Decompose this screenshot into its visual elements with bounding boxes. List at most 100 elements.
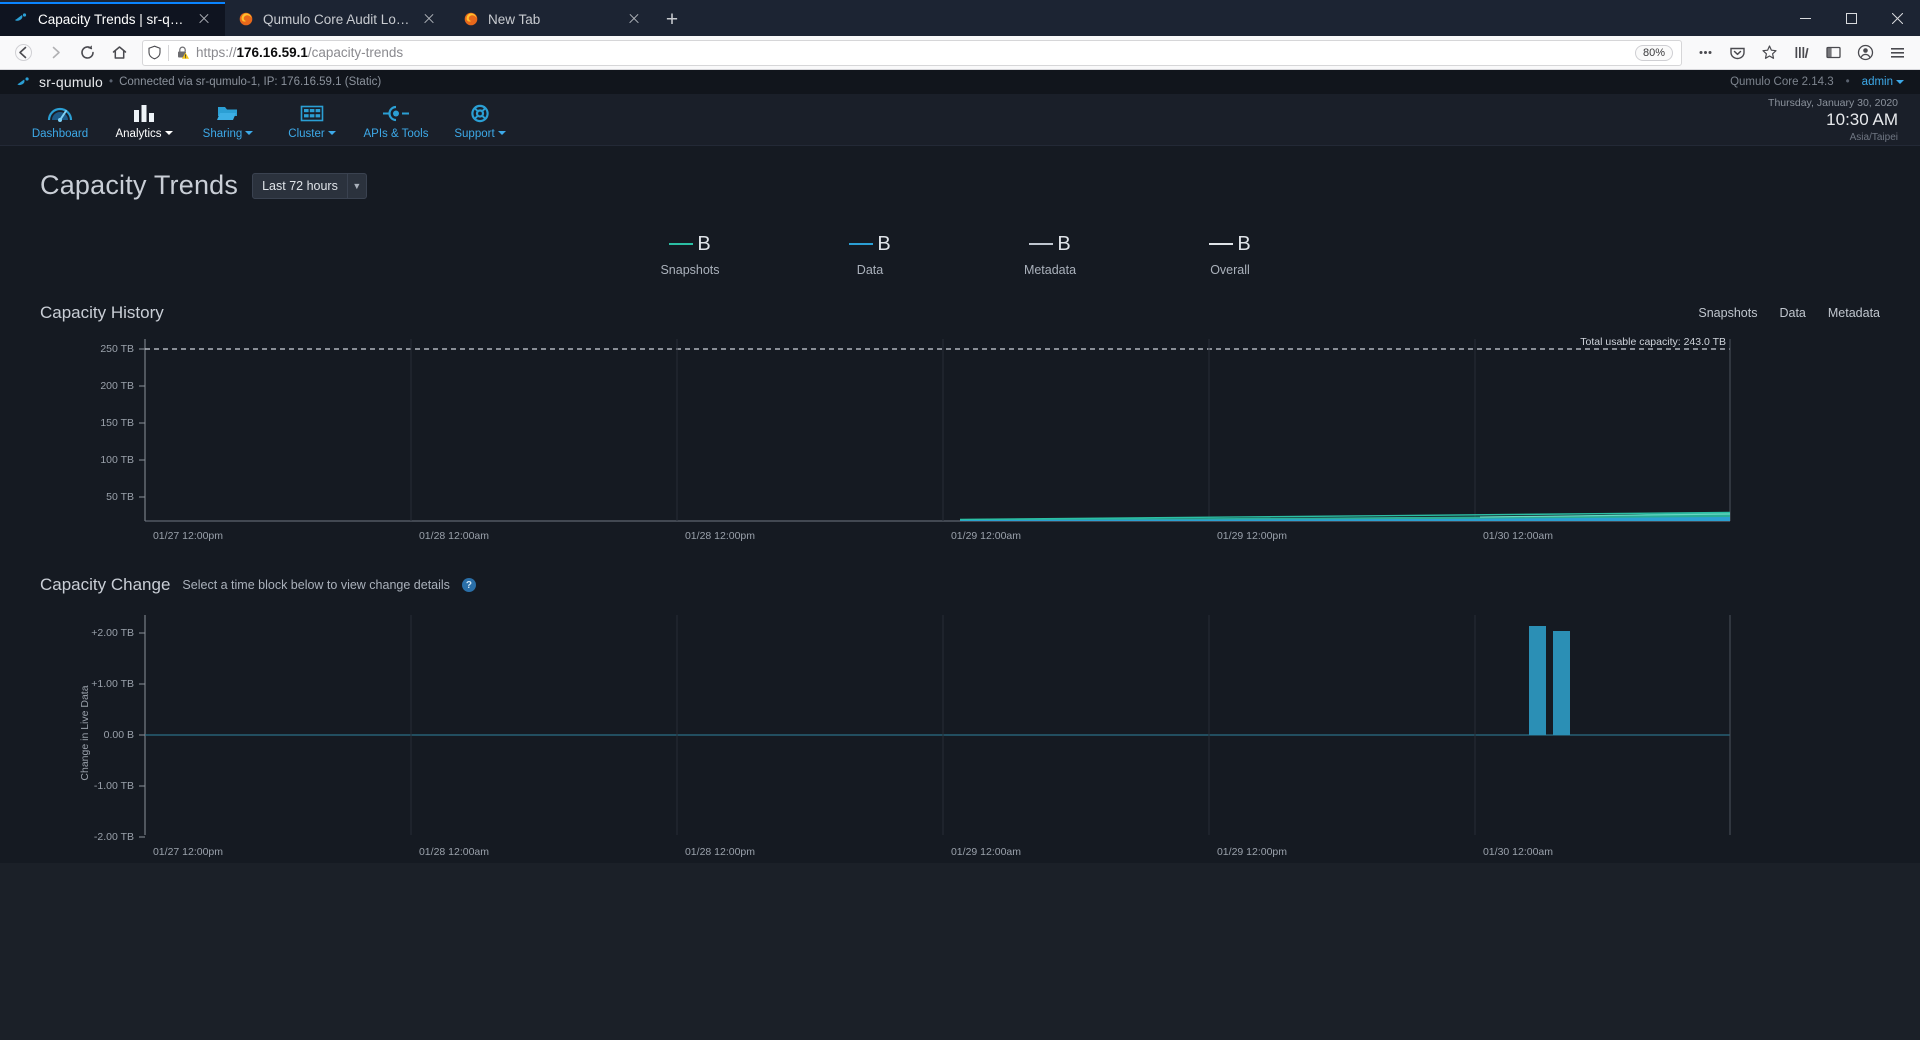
capacity-change-svg: +2.00 TB +1.00 TB 0.00 B -1.00 TB -2.00 … [79,615,1731,858]
nav-label: Cluster [288,128,336,140]
summary-value: B [600,231,780,257]
library-icon[interactable] [1786,39,1816,67]
nav-label: APIs & Tools [363,127,429,140]
capacity-summary: B Snapshots B Data B Metadata B Overall [40,231,1880,278]
nav-item-cluster[interactable]: Cluster [270,94,354,146]
back-button[interactable] [8,39,38,67]
folder-share-icon [217,106,237,120]
clock-timezone: Asia/Taipei [1849,131,1898,143]
capacity-history-header: Capacity History Snapshots Data Metadata [40,303,1880,323]
home-button[interactable] [104,39,134,67]
cluster-name: sr-qumulo [39,74,104,90]
separator: • [1845,76,1850,88]
close-icon[interactable] [195,10,213,28]
summary-cell-snapshots: B Snapshots [600,231,780,278]
hamburger-menu-icon[interactable] [1882,39,1912,67]
browser-tab-1[interactable]: Qumulo Core Audit Logging – [225,2,450,36]
cluster-brand[interactable]: sr-qumulo [16,74,103,90]
help-icon[interactable]: ? [461,578,476,592]
qumulo-logo-icon [17,76,29,85]
ytick-label: 250 TB [100,343,134,355]
firefox-icon [464,12,478,26]
server-rack-icon [300,105,324,121]
clock: Thursday, January 30, 2020 10:30 AM Asia… [1768,94,1902,144]
url-protocol: https:// [196,45,237,60]
zoom-level-badge[interactable]: 80% [1634,44,1673,61]
shield-icon[interactable] [147,45,162,60]
maximize-icon[interactable] [1828,0,1874,36]
xtick-label: 01/27 12:00pm [153,846,223,858]
capacity-history-svg: 250 TB 200 TB 150 TB 100 TB 50 TB Total … [100,336,1731,542]
legend-item-data[interactable]: Data [1779,306,1805,320]
section-subtitle: Select a time block below to view change… [182,578,450,592]
summary-cell-overall: B Overall [1140,231,1320,277]
chart-legend: Snapshots Data Metadata [1698,306,1880,320]
bookmark-star-icon[interactable] [1754,39,1784,67]
minimize-icon[interactable] [1782,0,1828,36]
legend-item-snapshots[interactable]: Snapshots [1698,306,1757,320]
legend-item-metadata[interactable]: Metadata [1828,306,1880,320]
summary-value: B [780,231,960,257]
ytick-label: +1.00 TB [91,678,134,690]
time-range-select[interactable]: Last 72 hours ▼ [252,172,367,199]
nav-label: Dashboard [31,127,89,140]
xtick-label: 01/30 12:00am [1483,530,1553,542]
bar[interactable] [1529,626,1546,735]
lock-warning-icon[interactable] [175,45,190,60]
nav-item-support[interactable]: Support [438,94,522,146]
threshold-label: Total usable capacity: 243.0 TB [1580,336,1726,348]
window-controls [1782,0,1920,36]
capacity-change-chart[interactable]: +2.00 TB +1.00 TB 0.00 B -1.00 TB -2.00 … [40,603,1880,863]
xtick-label: 01/28 12:00am [419,846,489,858]
nav-item-sharing[interactable]: Sharing [186,94,270,146]
divider [168,44,169,61]
nav-item-apis-tools[interactable]: APIs & Tools [354,94,438,146]
ytick-label: 100 TB [100,454,134,466]
xtick-label: 01/30 12:00am [1483,846,1553,858]
connection-info: Connected via sr-qumulo-1, IP: 176.16.59… [119,76,382,88]
ytick-label: 200 TB [100,380,134,392]
series-dash [669,243,694,245]
bar[interactable] [1553,631,1570,735]
summary-label: Metadata [1023,263,1077,277]
xtick-label: 01/29 12:00am [951,530,1021,542]
nav-item-analytics[interactable]: Analytics [102,94,186,146]
xtick-label: 01/28 12:00am [419,530,489,542]
address-bar[interactable]: https://176.16.59.1/capacity-trends 80% [142,39,1682,66]
browser-title-bar: Capacity Trends | sr-qumulo Qumulo Core … [0,0,1920,36]
reload-button[interactable] [72,39,102,67]
nav-item-dashboard[interactable]: Dashboard [18,94,102,146]
browser-tab-2[interactable]: New Tab [450,2,655,36]
ytick-label: 0.00 B [104,729,134,741]
admin-menu[interactable]: admin [1862,76,1904,88]
clock-date: Thursday, January 30, 2020 [1768,97,1898,109]
browser-tab-0[interactable]: Capacity Trends | sr-qumulo [0,2,225,36]
close-icon[interactable] [625,10,643,28]
forward-button[interactable] [40,39,70,67]
main-nav: Dashboard Analytics Sharing Cluster APIs… [0,94,1920,146]
xtick-label: 01/29 12:00pm [1217,530,1287,542]
xtick-label: 01/29 12:00am [951,846,1021,858]
ytick-label: -2.00 TB [94,831,134,843]
close-icon[interactable] [420,10,438,28]
xtick-label: 01/27 12:00pm [153,530,223,542]
page-title: Capacity Trends [40,170,239,200]
clock-time: 10:30 AM [1826,110,1898,130]
summary-label: Overall [1210,263,1250,277]
capacity-history-chart[interactable]: 250 TB 200 TB 150 TB 100 TB 50 TB Total … [40,331,1880,553]
series-dash [1029,243,1054,245]
account-icon[interactable] [1850,39,1880,67]
xtick-label: 01/28 12:00pm [685,846,755,858]
section-title: Capacity Change [40,575,171,594]
page-content: Capacity Trends Last 72 hours ▼ B Snapsh… [0,146,1920,863]
pocket-icon[interactable] [1722,39,1752,67]
app-top-bar-right: Qumulo Core 2.14.3 • admin [1730,76,1904,88]
time-range-value: Last 72 hours [262,178,338,193]
new-tab-button[interactable]: + [655,2,689,36]
page-title-row: Capacity Trends Last 72 hours ▼ [40,170,1880,201]
nav-label: Analytics [115,128,173,140]
page-actions-icon[interactable] [1690,39,1720,67]
summary-label: Snapshots [660,263,720,277]
close-icon[interactable] [1874,0,1920,36]
sidebar-icon[interactable] [1818,39,1848,67]
